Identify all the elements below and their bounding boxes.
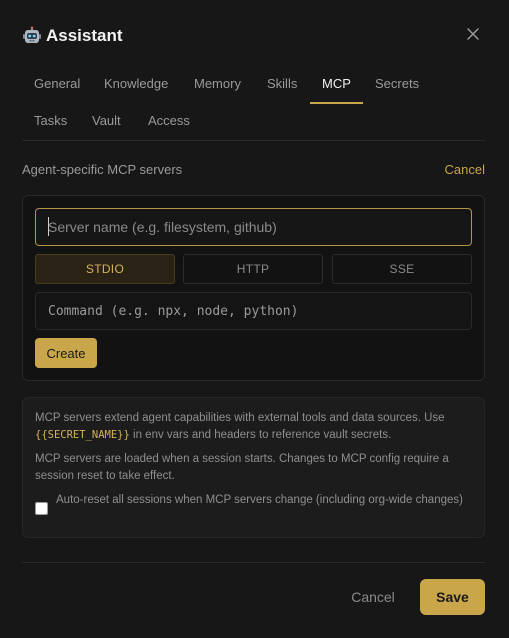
tab-vault[interactable]: Vault [92, 107, 121, 141]
tab-secrets[interactable]: Secrets [375, 70, 419, 104]
tab-skills[interactable]: Skills [267, 70, 297, 104]
auto-reset-checkbox[interactable] [35, 502, 48, 515]
footer-divider [22, 562, 485, 563]
create-button[interactable]: Create [35, 338, 97, 368]
transport-stdio-button[interactable]: STDIO [35, 254, 175, 284]
section-cancel-link[interactable]: Cancel [445, 162, 485, 177]
info-paragraph-session: MCP servers are loaded when a session st… [35, 453, 449, 482]
dialog-title: Assistant [46, 26, 123, 45]
tab-tasks[interactable]: Tasks [34, 107, 67, 141]
tab-knowledge[interactable]: Knowledge [104, 70, 168, 104]
server-name-input[interactable] [35, 208, 472, 246]
section-label: Agent-specific MCP servers [22, 162, 183, 177]
save-button[interactable]: Save [420, 579, 485, 615]
info-paragraph-vault: MCP servers extend agent capabilities wi… [35, 410, 470, 444]
transport-sse-button[interactable]: SSE [332, 254, 472, 284]
text-caret [48, 217, 49, 236]
tab-general[interactable]: General [34, 70, 80, 104]
dialog-header: Assistant [22, 22, 487, 50]
add-server-form: STDIO HTTP SSE Create [22, 195, 485, 381]
auto-reset-option: Auto-reset all sessions when MCP servers… [35, 492, 470, 515]
close-icon[interactable] [465, 26, 481, 42]
info-text: in env vars and headers to reference vau… [129, 429, 392, 441]
tab-access[interactable]: Access [148, 107, 190, 141]
secret-name-code: {{SECRET_NAME}} [35, 429, 130, 441]
transport-http-button[interactable]: HTTP [183, 254, 323, 284]
auto-reset-label: Auto-reset all sessions when MCP servers… [56, 494, 463, 506]
info-panel: MCP servers extend agent capabilities wi… [22, 397, 485, 538]
tab-mcp[interactable]: MCP [310, 70, 363, 104]
tab-memory[interactable]: Memory [194, 70, 241, 104]
command-input[interactable] [35, 292, 472, 330]
assistant-settings-dialog: Assistant General Knowledge Memory Skill… [0, 0, 509, 638]
info-text: MCP servers extend agent capabilities wi… [35, 412, 445, 424]
robot-icon [22, 26, 42, 46]
settings-tabs: General Knowledge Memory Skills MCP Secr… [22, 70, 485, 141]
cancel-button[interactable]: Cancel [342, 580, 404, 614]
